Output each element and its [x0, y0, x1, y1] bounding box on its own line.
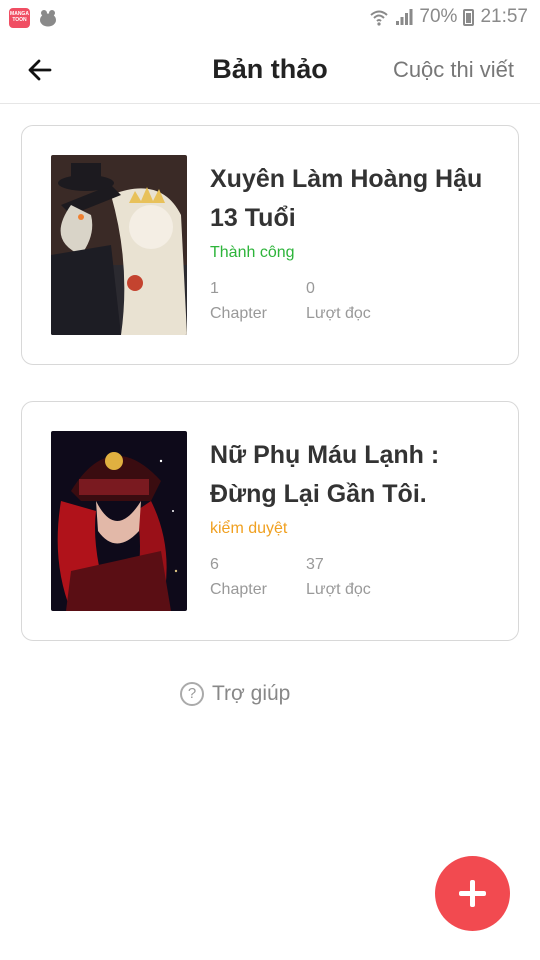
work-stats: 6 Chapter 37 Lượt đọc	[210, 552, 500, 602]
chapter-count: 1 Chapter	[210, 276, 306, 326]
cell-signal-icon	[396, 9, 413, 25]
read-count: 0 Lượt đọc	[306, 276, 402, 326]
work-card[interactable]: Xuyên Làm Hoàng Hậu 13 Tuổi Thành công 1…	[21, 125, 519, 365]
work-info: Nữ Phụ Máu Lạnh : Đừng Lại Gần Tôi. kiểm…	[210, 436, 500, 602]
battery-icon	[463, 8, 475, 26]
app-bar: Bản thảo Cuộc thi viết	[0, 36, 540, 104]
work-status: kiểm duyệt	[210, 520, 288, 537]
work-card[interactable]: Nữ Phụ Máu Lạnh : Đừng Lại Gần Tôi. kiểm…	[21, 401, 519, 641]
help-link[interactable]: ? Trợ giúp	[180, 682, 290, 706]
status-right: 70% 21:57	[369, 6, 528, 28]
chapter-count-label: Chapter	[210, 305, 267, 322]
read-count-label: Lượt đọc	[306, 305, 371, 322]
writing-contest-link[interactable]: Cuộc thi viết	[393, 57, 514, 83]
work-title: Nữ Phụ Máu Lạnh : Đừng Lại Gần Tôi.	[210, 441, 440, 508]
status-left: MANGA TOON	[9, 8, 58, 28]
work-info: Xuyên Làm Hoàng Hậu 13 Tuổi Thành công 1…	[210, 160, 500, 326]
mangatoon-app-icon: MANGA TOON	[9, 8, 30, 28]
question-circle-icon: ?	[180, 682, 204, 706]
work-title: Xuyên Làm Hoàng Hậu 13 Tuổi	[210, 165, 483, 232]
cover-image	[51, 431, 187, 611]
battery-percent: 70%	[419, 6, 458, 27]
read-count-value: 0	[306, 280, 315, 297]
cover-image	[51, 155, 187, 335]
read-count-label: Lượt đọc	[306, 581, 371, 598]
chapter-count: 6 Chapter	[210, 552, 306, 602]
chapter-count-value: 1	[210, 280, 219, 297]
android-bug-icon	[40, 10, 56, 27]
read-count-value: 37	[306, 556, 324, 573]
add-work-button[interactable]	[435, 856, 510, 931]
clock: 21:57	[480, 6, 528, 27]
help-label: Trợ giúp	[212, 682, 291, 705]
work-stats: 1 Chapter 0 Lượt đọc	[210, 276, 500, 326]
chapter-count-label: Chapter	[210, 581, 267, 598]
chapter-count-value: 6	[210, 556, 219, 573]
wifi-icon	[370, 10, 389, 26]
work-status: Thành công	[210, 244, 295, 261]
status-bar: MANGA TOON 70% 21:57	[0, 0, 540, 36]
read-count: 37 Lượt đọc	[306, 552, 402, 602]
